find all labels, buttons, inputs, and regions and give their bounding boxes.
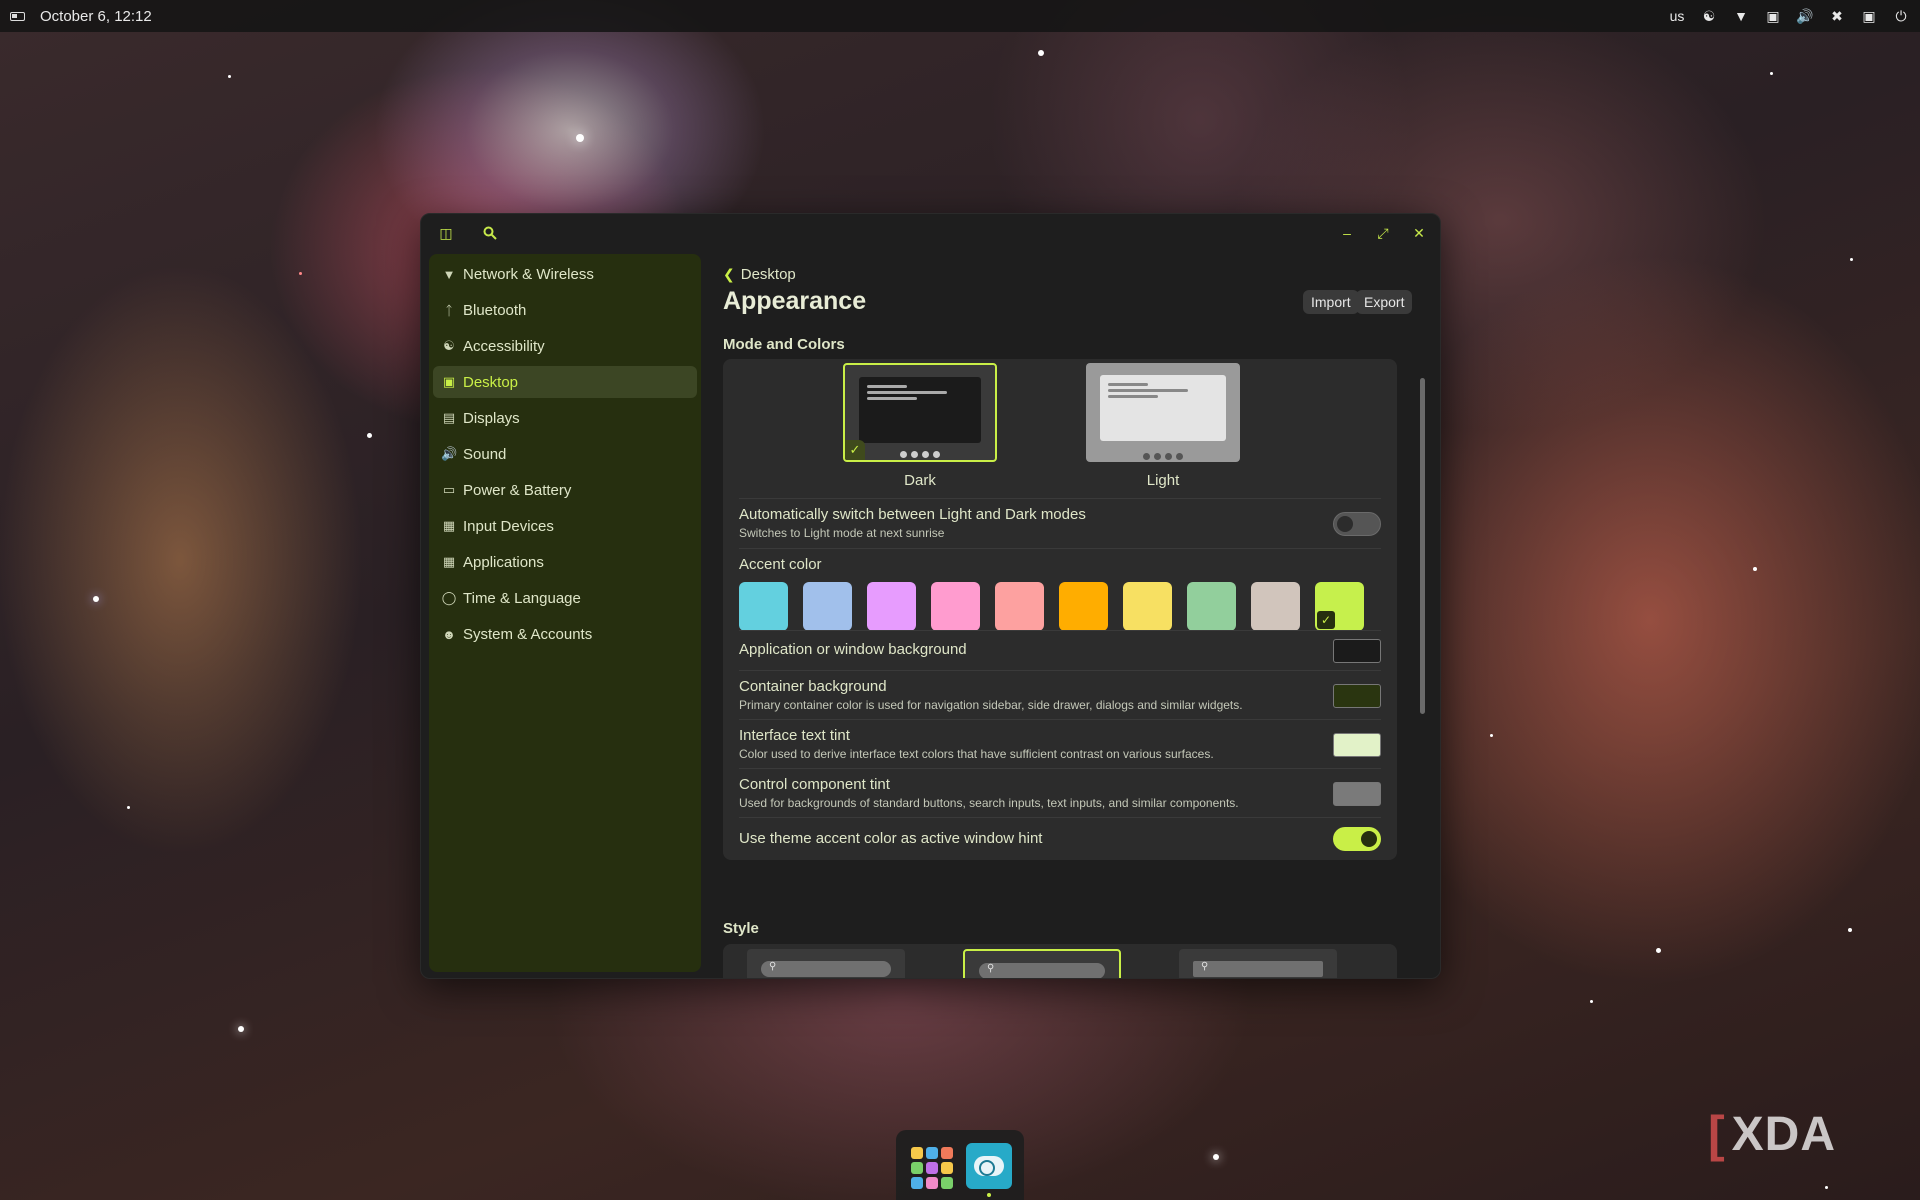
chevron-left-icon: ❮	[723, 266, 735, 282]
accessibility-icon[interactable]: ☯	[1700, 7, 1718, 25]
app-library-icon[interactable]	[907, 1143, 953, 1189]
displays-icon: ▤	[442, 410, 456, 425]
power-icon[interactable]: ⏻	[1892, 7, 1910, 25]
control-tint-color[interactable]	[1333, 782, 1381, 806]
accent-swatches: ✓	[739, 582, 1364, 631]
keyboard-layout[interactable]: us	[1668, 7, 1686, 25]
mode-option-light[interactable]: Light	[1086, 363, 1240, 489]
wifi-icon[interactable]: ▼	[1732, 7, 1750, 25]
appearance-page: ❮ Desktop Appearance Import Export Mode …	[723, 252, 1429, 978]
check-icon: ✓	[1317, 611, 1335, 629]
accent-color-row: Accent color ✓	[739, 548, 1381, 631]
xda-watermark: [XDA	[1708, 1106, 1836, 1162]
accent-swatch[interactable]	[803, 582, 852, 631]
settings-app-icon[interactable]	[966, 1143, 1012, 1189]
close-button[interactable]: ✕	[1408, 222, 1430, 244]
mode-label-dark: Dark	[904, 472, 936, 489]
accent-swatch[interactable]	[1187, 582, 1236, 631]
bluetooth-off-icon[interactable]: ✖	[1828, 7, 1846, 25]
sidebar-item-sound[interactable]: 🔊 Sound	[433, 438, 697, 470]
mode-label-light: Light	[1146, 472, 1180, 489]
system-tray: us ☯ ▼ ▣ 🔊 ✖ ▣ ⏻	[1668, 0, 1910, 32]
scrollbar[interactable]	[1420, 378, 1425, 714]
sidebar-item-input-devices[interactable]: ▦ Input Devices	[433, 510, 697, 542]
style-option-round[interactable]: ⚲	[747, 949, 905, 978]
sidebar-item-applications[interactable]: ▦ Applications	[433, 546, 697, 578]
minimize-button[interactable]: –	[1336, 222, 1358, 244]
volume-icon[interactable]: 🔊	[1796, 7, 1814, 25]
header-bar: ◫ – ⤢ ✕	[421, 214, 1440, 252]
accent-swatch[interactable]	[995, 582, 1044, 631]
text-tint-color[interactable]	[1333, 733, 1381, 757]
container-background-color[interactable]	[1333, 684, 1381, 708]
sidebar-item-system-accounts[interactable]: ☻ System & Accounts	[433, 618, 697, 650]
mode-option-dark[interactable]: ✓ Dark	[843, 363, 997, 489]
sidebar-item-bluetooth[interactable]: ᛏ Bluetooth	[433, 294, 697, 326]
clock[interactable]: October 6, 12:12	[40, 8, 152, 25]
wifi-icon: ▼	[442, 266, 456, 282]
accent-swatch[interactable]	[739, 582, 788, 631]
settings-window: ◫ – ⤢ ✕ ▼ Network & Wireless ᛏ Bluetooth ☯…	[420, 213, 1441, 979]
globe-icon: ◯	[441, 590, 457, 605]
sidebar-item-power[interactable]: ▭ Power & Battery	[433, 474, 697, 506]
dock	[896, 1130, 1024, 1200]
app-background-row: Application or window background	[739, 630, 1381, 670]
check-icon: ✓	[845, 440, 865, 460]
sidebar-item-desktop[interactable]: ▣ Desktop	[433, 366, 697, 398]
display-icon[interactable]: ▣	[1764, 7, 1782, 25]
accent-swatch[interactable]	[1123, 582, 1172, 631]
bluetooth-icon: ᛏ	[445, 302, 453, 318]
sound-icon: 🔊	[441, 446, 458, 461]
search-icon: ⚲	[1201, 961, 1209, 972]
accent-swatch[interactable]	[1059, 582, 1108, 631]
dark-mode-preview: ✓	[843, 363, 997, 462]
app-background-color[interactable]	[1333, 639, 1381, 663]
top-panel: October 6, 12:12 us ☯ ▼ ▣ 🔊 ✖ ▣ ⏻	[0, 0, 1920, 32]
desktop-icon: ▣	[442, 374, 456, 389]
running-indicator	[987, 1193, 991, 1197]
window-hint-row: Use theme accent color as active window …	[739, 817, 1381, 859]
auto-switch-row: Automatically switch between Light and D…	[739, 498, 1381, 548]
text-tint-row: Interface text tint Color used to derive…	[739, 719, 1381, 768]
battery-icon[interactable]	[10, 11, 25, 21]
import-button[interactable]: Import	[1303, 290, 1359, 314]
sidebar: ▼ Network & Wireless ᛏ Bluetooth ☯ Accessib…	[429, 254, 701, 972]
accounts-icon: ☻	[442, 626, 456, 642]
sidebar-toggle-icon[interactable]: ◫	[435, 222, 457, 244]
accent-swatch[interactable]	[1251, 582, 1300, 631]
window-hint-toggle[interactable]	[1333, 827, 1381, 851]
auto-switch-toggle[interactable]	[1333, 512, 1381, 536]
sidebar-item-displays[interactable]: ▤ Displays	[433, 402, 697, 434]
accessibility-icon: ☯	[443, 338, 455, 353]
search-icon[interactable]	[479, 222, 501, 244]
style-card: ⚲ ⚲ ⚲	[723, 944, 1397, 978]
accent-swatch[interactable]: ✓	[1315, 582, 1364, 631]
accent-swatch[interactable]	[867, 582, 916, 631]
container-background-row: Container background Primary container c…	[739, 670, 1381, 719]
style-option-slightly-round[interactable]: ⚲	[963, 949, 1121, 978]
style-section-title: Style	[723, 920, 759, 937]
control-tint-row: Control component tint Used for backgrou…	[739, 768, 1381, 817]
keyboard-icon: ▦	[442, 518, 456, 533]
mode-colors-card: ✓ Dark Light Automatically switch betwee…	[723, 359, 1397, 860]
apps-icon: ▦	[442, 554, 456, 569]
search-icon: ⚲	[769, 961, 777, 972]
export-button[interactable]: Export	[1356, 290, 1413, 314]
maximize-button[interactable]: ⤢	[1372, 222, 1394, 244]
notifications-icon[interactable]: ▣	[1860, 7, 1878, 25]
page-title: Appearance	[723, 287, 867, 315]
mode-section-title: Mode and Colors	[723, 336, 845, 353]
sidebar-item-accessibility[interactable]: ☯ Accessibility	[433, 330, 697, 362]
accent-swatch[interactable]	[931, 582, 980, 631]
battery-icon: ▭	[442, 482, 456, 497]
light-mode-preview	[1086, 363, 1240, 462]
style-option-square[interactable]: ⚲	[1179, 949, 1337, 978]
sidebar-item-time-language[interactable]: ◯ Time & Language	[433, 582, 697, 614]
breadcrumb[interactable]: ❮ Desktop	[723, 266, 796, 283]
sidebar-item-network[interactable]: ▼ Network & Wireless	[433, 258, 697, 290]
search-icon: ⚲	[987, 963, 995, 974]
